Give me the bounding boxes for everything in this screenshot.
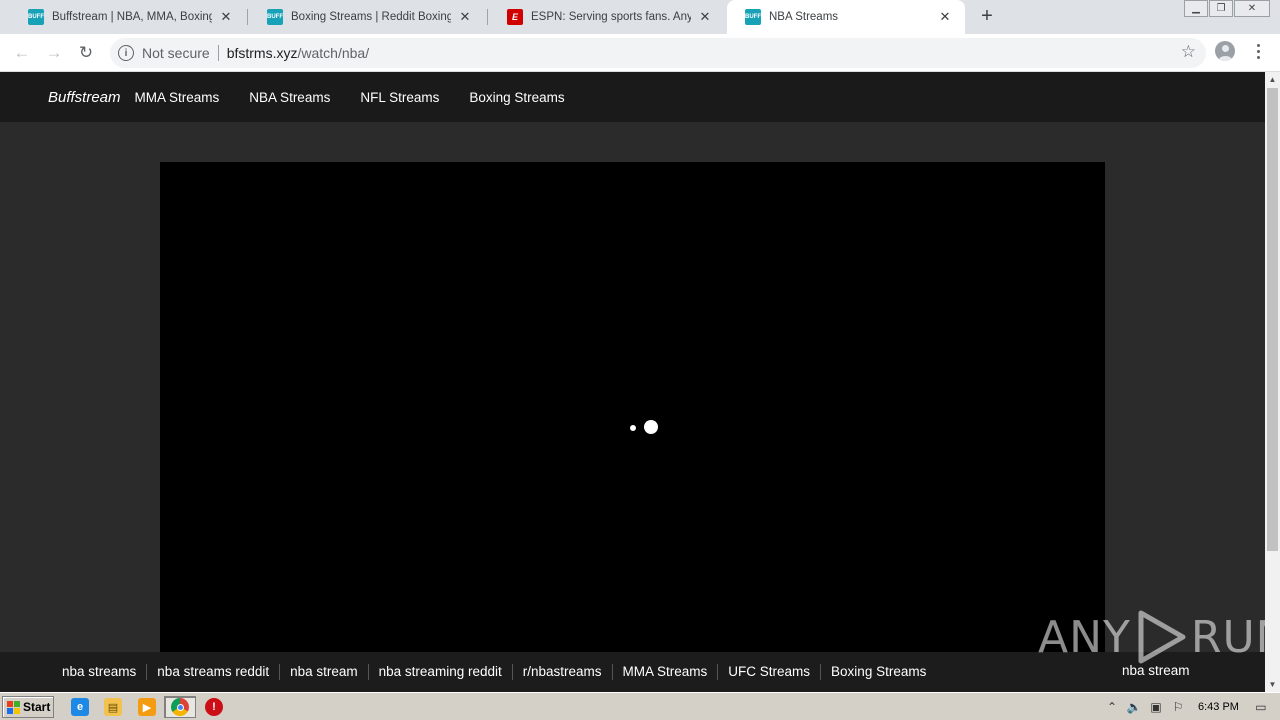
browser-tab-strip: BUFF Buffstream | NBA, MMA, Boxing, NFL … [0, 0, 1280, 34]
footer-link-nba-streams-reddit[interactable]: nba streams reddit [147, 664, 281, 680]
watermark-play-icon [1138, 610, 1186, 664]
anyrun-watermark: ANY RUN [1038, 605, 1280, 669]
tab-title: ESPN: Serving sports fans. Anytime. [531, 11, 691, 23]
site-navbar: Buffstream MMA Streams NBA Streams NFL S… [0, 72, 1265, 122]
taskbar-clock[interactable]: 6:43 PM [1198, 701, 1239, 713]
loading-spinner-dot-small [630, 425, 636, 431]
kebab-menu-icon[interactable] [1252, 41, 1264, 61]
close-icon[interactable]: ✕ [937, 9, 953, 25]
tab-divider [487, 9, 488, 25]
windows-logo-icon [7, 700, 20, 714]
network-icon[interactable]: ▣ [1148, 700, 1164, 714]
nav-link-nfl[interactable]: NFL Streams [360, 90, 439, 105]
page-scrollbar[interactable]: ▲ ▼ [1265, 72, 1280, 692]
address-bar[interactable]: i Not secure bfstrms.xyz/watch/nba/ [110, 38, 1206, 68]
file-explorer-icon[interactable]: ▤ [104, 698, 122, 716]
browser-toolbar: ← → ↻ i Not secure bfstrms.xyz/watch/nba… [0, 34, 1280, 72]
footer-link-mma-streams[interactable]: MMA Streams [613, 664, 719, 680]
info-icon[interactable]: i [118, 45, 134, 61]
espn-favicon-icon: E [507, 9, 523, 25]
footer-link-r-nbastreams[interactable]: r/nbastreams [513, 664, 613, 680]
start-button[interactable]: Start [2, 696, 54, 718]
buffstream-favicon-icon: BUFF [745, 9, 761, 25]
security-indicator[interactable]: Not secure [142, 45, 210, 61]
tab-buffstream-home[interactable]: BUFF Buffstream | NBA, MMA, Boxing, NFL … [10, 0, 246, 34]
watermark-text-left: ANY [1038, 611, 1131, 663]
buffstream-favicon-icon: BUFF [28, 9, 44, 25]
tab-nba-streams[interactable]: BUFF NBA Streams ✕ [727, 0, 965, 34]
window-close-icon[interactable]: ✕ [1234, 0, 1270, 17]
web-page: Buffstream MMA Streams NBA Streams NFL S… [0, 72, 1265, 692]
url-divider [217, 45, 219, 61]
opera-icon[interactable]: ! [205, 698, 223, 716]
forward-arrow-icon[interactable]: → [42, 41, 66, 65]
chrome-icon[interactable] [171, 698, 189, 716]
tab-title: Buffstream | NBA, MMA, Boxing, NFL [52, 11, 212, 23]
start-label: Start [23, 700, 51, 714]
video-player[interactable] [160, 162, 1105, 692]
footer-link-nba-stream[interactable]: nba stream [280, 664, 369, 680]
system-tray: ⌃ 🔈 ▣ ⚐ 6:43 PM ▭ [1104, 696, 1278, 718]
tab-divider [247, 9, 248, 25]
profile-avatar-icon[interactable] [1215, 41, 1235, 61]
tab-boxing-streams[interactable]: BUFF Boxing Streams | Reddit Boxing Stre… [249, 0, 485, 34]
footer-link-boxing-streams[interactable]: Boxing Streams [821, 664, 936, 680]
loading-spinner-dot-large [644, 420, 658, 434]
nav-link-mma[interactable]: MMA Streams [135, 90, 220, 105]
minimize-icon[interactable]: ▁ [1184, 0, 1208, 17]
scrollbar-thumb[interactable] [1267, 88, 1278, 551]
nav-link-boxing[interactable]: Boxing Streams [469, 90, 564, 105]
show-desktop-icon[interactable]: ▭ [1253, 700, 1269, 714]
bookmark-star-icon[interactable]: ☆ [1181, 42, 1196, 62]
back-arrow-icon[interactable]: ← [10, 41, 34, 65]
volume-icon[interactable]: 🔈 [1126, 700, 1142, 714]
close-icon[interactable]: ✕ [697, 9, 713, 25]
scroll-up-arrow-icon[interactable]: ▲ [1265, 72, 1280, 87]
tab-title: Boxing Streams | Reddit Boxing Streams [291, 11, 451, 23]
internet-explorer-icon[interactable]: e [71, 698, 89, 716]
tab-title: NBA Streams [769, 11, 839, 23]
reload-icon[interactable]: ↻ [74, 41, 98, 65]
footer-link-nba-streaming-reddit[interactable]: nba streaming reddit [369, 664, 513, 680]
media-player-icon[interactable]: ▶ [138, 698, 156, 716]
close-icon[interactable]: ✕ [218, 9, 234, 25]
new-tab-plus-icon[interactable]: + [976, 5, 998, 27]
tray-expand-icon[interactable]: ⌃ [1104, 700, 1120, 714]
action-center-flag-icon[interactable]: ⚐ [1170, 700, 1186, 714]
restore-icon[interactable]: ❐ [1209, 0, 1233, 17]
tab-espn[interactable]: E ESPN: Serving sports fans. Anytime. ✕ [489, 0, 725, 34]
close-icon[interactable]: ✕ [457, 9, 473, 25]
site-brand-link[interactable]: Buffstream [48, 89, 121, 106]
url-host[interactable]: bfstrms.xyz [227, 45, 298, 61]
nav-link-nba[interactable]: NBA Streams [249, 90, 330, 105]
url-path[interactable]: /watch/nba/ [297, 45, 369, 61]
buffstream-favicon-icon: BUFF [267, 9, 283, 25]
footer-link-nba-streams[interactable]: nba streams [52, 664, 148, 680]
scroll-down-arrow-icon[interactable]: ▼ [1265, 677, 1280, 692]
windows-taskbar: Start e ▤ ▶ ! ⌃ 🔈 ▣ ⚐ 6:43 PM ▭ [0, 692, 1280, 720]
footer-link-ufc-streams[interactable]: UFC Streams [718, 664, 822, 680]
